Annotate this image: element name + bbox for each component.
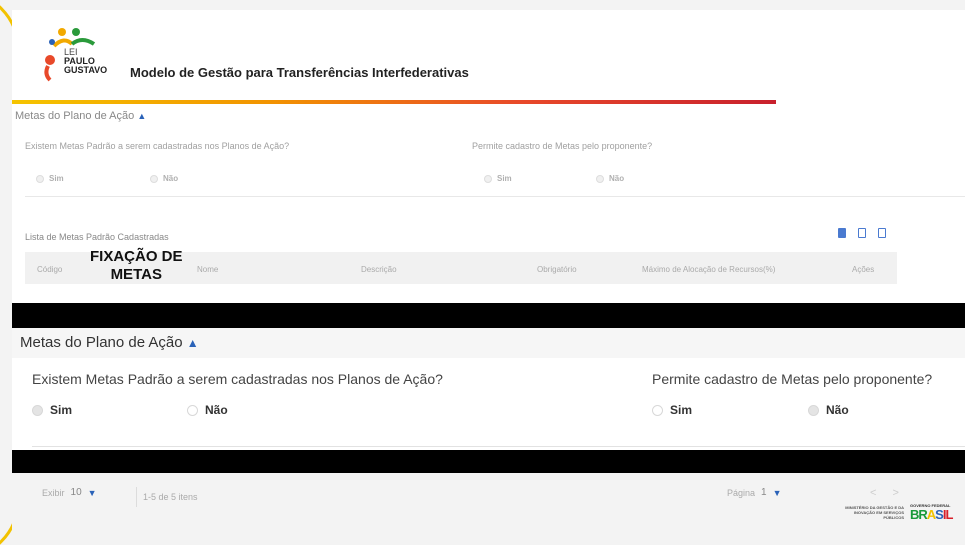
export-csv-icon[interactable]	[878, 228, 886, 238]
section-title[interactable]: Metas do Plano de Ação ▲	[20, 334, 199, 351]
page-size-selector[interactable]: Exibir 10 ▼	[42, 487, 97, 498]
radio-left-no[interactable]: Não	[187, 403, 228, 417]
export-pdf-icon[interactable]	[838, 228, 846, 238]
zoomed-section-header: Metas do Plano de Ação ▲	[12, 328, 965, 358]
radio-icon	[150, 174, 158, 183]
radio-icon	[484, 174, 492, 183]
chevron-up-icon: ▲	[137, 111, 147, 121]
divider	[25, 196, 965, 197]
section-title-small[interactable]: Metas do Plano de Ação ▲	[15, 110, 146, 122]
radio-right-yes-small[interactable]: Sim	[484, 174, 512, 183]
page-nav: < >	[870, 487, 899, 499]
radio-selected-icon	[32, 404, 43, 416]
header-gradient-bar	[12, 100, 776, 104]
chevron-down-icon: ▼	[772, 487, 782, 498]
app-title: Modelo de Gestão para Transferências Int…	[130, 65, 469, 80]
divider	[32, 446, 965, 447]
column-header-codigo[interactable]: Código	[37, 265, 62, 274]
radio-icon	[187, 404, 198, 416]
question-right-small: Permite cadastro de Metas pelo proponent…	[472, 141, 653, 151]
government-footer: MINISTÉRIO DA GESTÃO E DA INOVAÇÃO EM SE…	[842, 503, 953, 522]
question-right: Permite cadastro de Metas pelo proponent…	[652, 371, 933, 387]
separator	[136, 487, 137, 507]
brasil-logo: GOVERNO FEDERAL BRASIL	[910, 503, 953, 522]
radio-left-yes-small[interactable]: Sim	[36, 174, 64, 183]
column-header-maximo[interactable]: Máximo de Alocação de Recursos(%)	[642, 265, 775, 274]
radio-right-no-small[interactable]: Não	[596, 174, 624, 183]
column-header-obrigatorio[interactable]: Obrigatório	[537, 265, 577, 274]
pagination-area: Exibir 10 ▼ 1-5 de 5 itens Página 1 ▼ < …	[12, 473, 965, 545]
overlay-caption: FIXAÇÃO DE METAS	[90, 248, 183, 283]
radio-icon	[652, 404, 663, 416]
radio-right-yes[interactable]: Sim	[652, 403, 692, 417]
black-bar-top	[12, 303, 965, 328]
column-header-descricao[interactable]: Descrição	[361, 265, 397, 274]
app-header: LEI PAULO GUSTAVO Modelo de Gestão para …	[12, 10, 965, 100]
radio-selected-icon	[808, 404, 819, 416]
export-icons	[838, 228, 886, 238]
list-title: Lista de Metas Padrão Cadastradas	[25, 232, 169, 242]
page-selector[interactable]: Página 1 ▼	[727, 487, 782, 498]
radio-icon	[36, 174, 44, 183]
next-page-icon[interactable]: >	[892, 487, 898, 499]
radio-icon	[596, 174, 604, 183]
black-bar-bottom	[12, 450, 965, 474]
question-left: Existem Metas Padrão a serem cadastradas…	[32, 371, 443, 387]
export-excel-icon[interactable]	[858, 228, 866, 238]
logo-text: LEI PAULO GUSTAVO	[64, 48, 107, 75]
previous-page-icon[interactable]: <	[870, 487, 876, 499]
column-header-nome[interactable]: Nome	[197, 265, 218, 274]
logo-line2: GUSTAVO	[64, 65, 108, 75]
chevron-down-icon: ▼	[87, 487, 97, 498]
chevron-up-icon: ▲	[186, 336, 199, 350]
ministry-label: MINISTÉRIO DA GESTÃO E DA INOVAÇÃO EM SE…	[845, 504, 904, 520]
zoomed-section: Metas do Plano de Ação ▲ Existem Metas P…	[12, 328, 965, 450]
radio-left-yes[interactable]: Sim	[32, 403, 72, 417]
question-left-small: Existem Metas Padrão a serem cadastradas…	[25, 141, 290, 151]
column-header-acoes: Ações	[852, 265, 875, 274]
range-info: 1-5 de 5 itens	[136, 487, 198, 507]
radio-right-no[interactable]: Não	[808, 403, 849, 417]
radio-left-no-small[interactable]: Não	[150, 174, 178, 183]
brasil-wordmark: BRASIL	[910, 507, 953, 522]
